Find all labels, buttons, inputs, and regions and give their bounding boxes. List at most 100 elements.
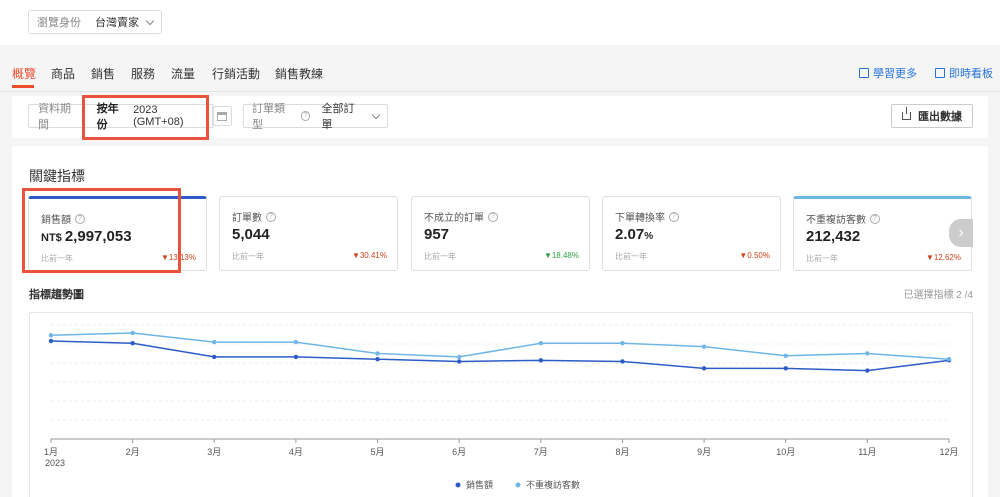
- metric-card-sales[interactable]: 銷售額 ? NT$ 2,997,053 比前一年 ▼13.13%: [28, 196, 207, 271]
- date-period-picker[interactable]: 資料期間 按年份 2023 (GMT+08): [28, 103, 214, 131]
- data-point: [701, 344, 707, 349]
- book-icon: [859, 68, 869, 78]
- metric-card-orders[interactable]: 訂單數 ? 5,044 比前一年 ▼30.41%: [219, 196, 398, 271]
- tab-products[interactable]: 商品: [51, 65, 75, 82]
- data-point: [701, 366, 707, 371]
- filter-bar: 資料期間 按年份 2023 (GMT+08) 訂單類型 ? 全部訂單 匯出數據: [12, 96, 988, 138]
- download-icon: [902, 107, 911, 120]
- metric-value-row: 2.07%: [615, 226, 653, 243]
- export-data-button[interactable]: 匯出數據: [891, 104, 973, 128]
- trend-chart-svg: 1月 2月 3月 4月 5月 6月 7月 8月 9月 10月 11月 12月 2023 銷售額 不重複訪客數: [44, 324, 959, 490]
- data-point: [783, 353, 788, 358]
- metric-title-row: 訂單數 ?: [232, 209, 281, 224]
- data-point: [865, 368, 870, 373]
- tab-traffic[interactable]: 流量: [171, 65, 195, 82]
- legend-label: 不重複訪客數: [526, 479, 580, 490]
- dashboard-label: 即時看板: [949, 68, 993, 80]
- data-point: [946, 357, 952, 362]
- metric-value: 2,997,053: [64, 228, 132, 245]
- data-point: [375, 351, 380, 356]
- data-point: [456, 354, 462, 360]
- period-label: 資料期間: [38, 103, 71, 131]
- help-icon: ?: [300, 111, 311, 121]
- data-point: [456, 359, 462, 364]
- metric-card-cancelled-orders[interactable]: 不成立的訂單 ? 957 比前一年 ▼18.48%: [411, 196, 590, 271]
- x-tick-label: 12月: [939, 447, 958, 457]
- data-point: [865, 351, 870, 356]
- metric-title-row: 下單轉換率 ?: [615, 209, 684, 224]
- top-bar: 瀏覽身份 台灣賣家: [0, 0, 1000, 45]
- x-tick-label: 3月: [207, 447, 221, 457]
- trend-chart-title: 指標趨勢圖: [29, 289, 84, 301]
- calendar-icon[interactable]: [212, 106, 232, 126]
- legend-marker: [515, 482, 521, 488]
- data-point: [783, 366, 788, 371]
- tab-sales-coach[interactable]: 銷售教練: [275, 65, 323, 82]
- data-point: [48, 338, 54, 344]
- metric-compare-label: 比前一年: [41, 254, 73, 263]
- metric-change: ▼18.48%: [543, 251, 579, 260]
- x-tick-label: 11月: [858, 447, 876, 457]
- selected-metrics-count: 已選擇指標 2 /4: [903, 290, 973, 301]
- metric-title: 不重複訪客數: [806, 215, 866, 226]
- series-line-0: [50, 340, 950, 372]
- tab-marketing[interactable]: 行銷活動: [212, 65, 260, 82]
- next-arrow-button[interactable]: ›: [949, 219, 973, 247]
- metric-card-unique-visitors[interactable]: 不重複訪客數 ? 212,432 比前一年 ▼12.62%: [793, 196, 972, 271]
- order-type-label: 訂單類型: [252, 103, 285, 131]
- series-line-1: [50, 332, 950, 360]
- metric-title: 不成立的訂單: [424, 213, 484, 224]
- metric-value: 212,432: [806, 228, 861, 245]
- legend-marker: [455, 482, 461, 488]
- x-tick-label: 5月: [371, 447, 385, 457]
- chevron-down-icon: [145, 16, 155, 25]
- help-icon: ?: [669, 211, 679, 222]
- active-tab-indicator: [12, 85, 34, 88]
- export-label: 匯出數據: [918, 111, 962, 123]
- tab-sales[interactable]: 銷售: [91, 65, 115, 82]
- dashboard-icon: [935, 68, 945, 78]
- role-label: 瀏覽身份: [37, 17, 81, 29]
- data-point: [538, 341, 544, 346]
- help-icon: ?: [75, 213, 85, 224]
- role-value: 台灣賣家: [95, 17, 139, 29]
- tab-overview[interactable]: 概覽: [12, 65, 36, 82]
- x-tick-label: 4月: [289, 447, 303, 457]
- metric-compare-label: 比前一年: [806, 254, 838, 263]
- x-tick-label: 8月: [615, 447, 629, 457]
- trend-chart: 1月 2月 3月 4月 5月 6月 7月 8月 9月 10月 11月 12月 2023 銷售額 不重複訪客數: [29, 312, 973, 497]
- help-icon: ?: [870, 213, 880, 224]
- key-metrics-panel: 關鍵指標 銷售額 ? NT$ 2,997,053 比前一年 ▼13.13% 訂單…: [12, 146, 988, 497]
- learn-more-link[interactable]: 學習更多: [859, 65, 917, 81]
- metric-title: 銷售額: [41, 215, 71, 226]
- metric-card-conversion-rate[interactable]: 下單轉換率 ? 2.07% 比前一年 ▼0.50%: [602, 196, 781, 271]
- role-selector[interactable]: 瀏覽身份 台灣賣家: [28, 10, 162, 34]
- realtime-dashboard-link[interactable]: 即時看板: [935, 65, 993, 81]
- metric-value-row: NT$ 2,997,053: [41, 228, 132, 245]
- data-point: [293, 354, 299, 360]
- data-point: [48, 333, 54, 338]
- order-type-select[interactable]: 訂單類型 ? 全部訂單: [243, 103, 388, 131]
- x-tick-label: 1月: [44, 447, 58, 457]
- learn-more-label: 學習更多: [873, 68, 917, 80]
- metric-title-row: 不重複訪客數 ?: [806, 211, 885, 226]
- tab-service[interactable]: 服務: [131, 65, 155, 82]
- metric-value: 957: [424, 226, 450, 243]
- metric-change: ▼30.41%: [351, 251, 387, 260]
- order-type-value: 全部訂單: [321, 103, 355, 131]
- metric-compare-label: 比前一年: [615, 252, 647, 261]
- data-point: [130, 341, 135, 346]
- legend-label: 銷售額: [466, 479, 493, 490]
- metric-compare-label: 比前一年: [232, 252, 264, 261]
- x-tick-label: 2月: [126, 447, 140, 457]
- data-point: [538, 358, 544, 363]
- data-point: [212, 339, 217, 345]
- data-point: [293, 339, 299, 345]
- metric-title: 下單轉換率: [615, 213, 665, 224]
- data-point: [375, 357, 380, 362]
- metric-change: ▼0.50%: [739, 251, 770, 260]
- metric-change: ▼12.62%: [925, 253, 961, 262]
- chevron-right-icon: ›: [958, 224, 964, 241]
- metric-change: ▼13.13%: [160, 253, 196, 262]
- help-icon: ?: [488, 211, 498, 222]
